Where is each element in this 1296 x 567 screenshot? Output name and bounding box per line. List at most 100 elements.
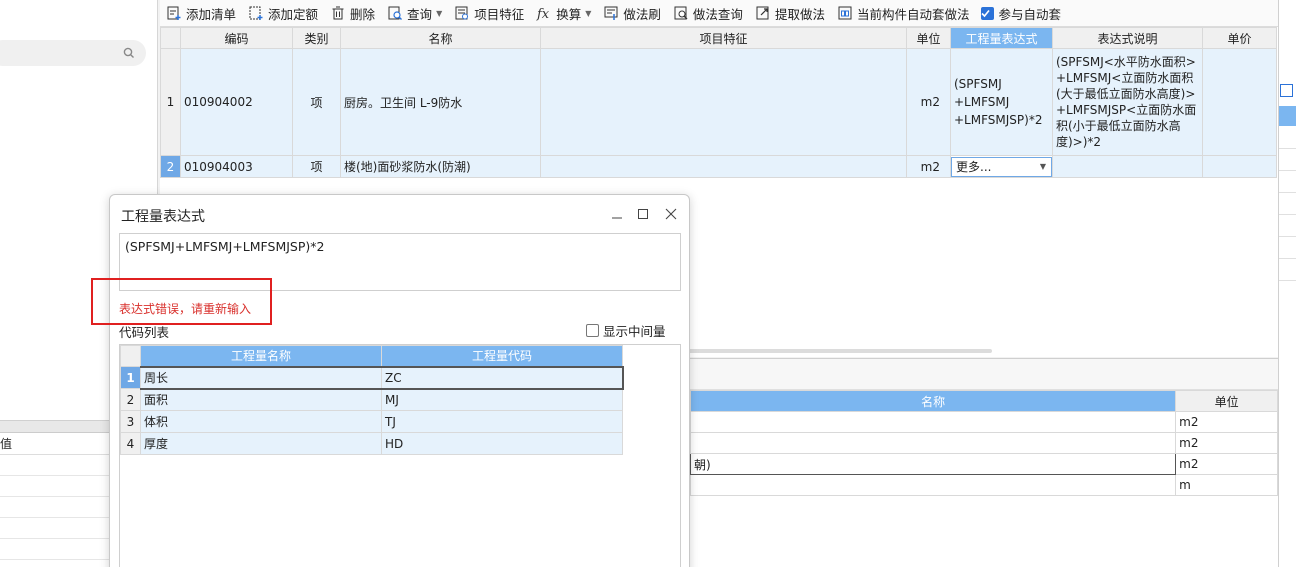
show-intermediate-checkbox[interactable]: 显示中间量 bbox=[586, 321, 666, 340]
chevron-down-icon[interactable]: ▼ bbox=[585, 9, 591, 18]
code-cell-code[interactable]: ZC bbox=[381, 365, 624, 390]
cell-code[interactable]: 010904003 bbox=[180, 155, 293, 178]
cell-feature[interactable] bbox=[540, 48, 907, 156]
bottom-cell-unit[interactable]: m2 bbox=[1175, 432, 1278, 454]
code-cell-code[interactable]: TJ bbox=[381, 410, 623, 433]
table-row[interactable]: m bbox=[689, 474, 1278, 496]
cell-price[interactable] bbox=[1202, 155, 1277, 178]
close-icon[interactable] bbox=[662, 205, 680, 223]
cell-price[interactable] bbox=[1202, 48, 1277, 156]
bottom-cell-name[interactable] bbox=[689, 432, 1177, 454]
method-query-label: 做法查询 bbox=[692, 6, 743, 22]
header-unit[interactable]: 单位 bbox=[906, 27, 951, 49]
maximize-icon[interactable] bbox=[634, 205, 652, 223]
bottom-grid: 名称 单位 m2 m2 朝) m2 m bbox=[689, 390, 1278, 496]
show-intermediate-label: 显示中间量 bbox=[603, 324, 666, 339]
code-row-number[interactable]: 3 bbox=[120, 410, 141, 433]
bottom-cell-unit[interactable]: m2 bbox=[1175, 453, 1278, 475]
cell-unit[interactable]: m2 bbox=[906, 48, 951, 156]
cell-expression[interactable]: (SPFSMJ +LMFSMJ +LMFSMJSP)*2 bbox=[950, 48, 1053, 156]
table-row[interactable]: m2 bbox=[689, 432, 1278, 454]
code-cell-name[interactable]: 厚度 bbox=[140, 432, 382, 455]
search-icon[interactable] bbox=[122, 46, 136, 60]
horizontal-scrollbar[interactable] bbox=[680, 349, 992, 353]
minimize-icon[interactable] bbox=[608, 205, 626, 223]
code-cell-name[interactable]: 体积 bbox=[140, 410, 382, 433]
header-expression-desc[interactable]: 表达式说明 bbox=[1052, 27, 1203, 49]
check-icon[interactable] bbox=[981, 6, 995, 20]
participate-auto-checkbox[interactable]: 参与自动套 bbox=[981, 4, 1061, 23]
method-query-icon bbox=[674, 6, 688, 20]
cell-expression-desc[interactable] bbox=[1052, 155, 1203, 178]
right-header-cell bbox=[1279, 106, 1296, 126]
cell-feature[interactable] bbox=[540, 155, 907, 178]
row-number[interactable]: 2 bbox=[160, 155, 181, 178]
code-cell-code[interactable]: MJ bbox=[381, 388, 623, 411]
table-row[interactable]: 2 面积 MJ bbox=[120, 388, 623, 411]
header-price[interactable]: 单价 bbox=[1202, 27, 1277, 49]
code-cell-name[interactable]: 周长 bbox=[140, 365, 382, 390]
code-cell-name[interactable]: 面积 bbox=[140, 388, 382, 411]
cell-name[interactable]: 厨房。卫生间 L-9防水 bbox=[340, 48, 541, 156]
table-row[interactable]: m2 bbox=[689, 411, 1278, 433]
code-row-number[interactable]: 1 bbox=[120, 366, 141, 389]
right-checkbox[interactable] bbox=[1280, 84, 1293, 97]
cell-type[interactable]: 项 bbox=[292, 48, 341, 156]
query-label: 查询 bbox=[407, 6, 433, 22]
method-query-button[interactable]: 做法查询 bbox=[673, 4, 743, 23]
query-button[interactable]: 查询 ▼ bbox=[387, 4, 442, 23]
table-row[interactable]: 1 010904002 项 厨房。卫生间 L-9防水 m2 (SPFSMJ +L… bbox=[160, 48, 1277, 156]
desc-line: +LMFSMJ<立面防水面积 bbox=[1056, 71, 1194, 85]
expression-line: +LMFSMJSP)*2 bbox=[954, 113, 1043, 127]
header-expression[interactable]: 工程量表达式 bbox=[950, 27, 1053, 49]
table-row[interactable]: 3 体积 TJ bbox=[120, 410, 623, 433]
left-search-box[interactable] bbox=[0, 40, 146, 66]
header-code[interactable]: 编码 bbox=[180, 27, 293, 49]
cell-name[interactable]: 楼(地)面砂浆防水(防潮) bbox=[340, 155, 541, 178]
expression-dropdown[interactable]: 更多... ▼ bbox=[951, 156, 1052, 177]
expression-line: +LMFSMJ bbox=[954, 95, 1010, 109]
trash-icon bbox=[332, 6, 344, 20]
code-cell-code[interactable]: HD bbox=[381, 432, 623, 455]
bottom-cell-unit[interactable]: m2 bbox=[1175, 411, 1278, 433]
bottom-cell-name[interactable] bbox=[689, 411, 1177, 433]
chevron-down-icon[interactable]: ▼ bbox=[436, 9, 442, 18]
bottom-header-unit[interactable]: 单位 bbox=[1175, 390, 1278, 412]
cell-type[interactable]: 项 bbox=[292, 155, 341, 178]
code-list-panel: 工程量名称 工程量代码 1 周长 ZC 2 面积 MJ 3 体积 TJ 4 厚度… bbox=[119, 344, 681, 567]
bottom-cell-unit[interactable]: m bbox=[1175, 474, 1278, 496]
table-row[interactable]: 朝) m2 bbox=[689, 453, 1278, 475]
code-row-number[interactable]: 4 bbox=[120, 432, 141, 455]
add-list-button[interactable]: 添加清单 bbox=[166, 4, 236, 23]
method-brush-button[interactable]: 做法刷 bbox=[603, 4, 661, 23]
chevron-down-icon[interactable]: ▼ bbox=[1040, 158, 1046, 176]
add-quota-button[interactable]: 添加定额 bbox=[248, 4, 318, 23]
bottom-cell-name[interactable]: 朝) bbox=[689, 453, 1177, 475]
convert-button[interactable]: fx 换算 ▼ bbox=[536, 4, 591, 23]
auto-apply-button[interactable]: 当前构件自动套做法 bbox=[837, 4, 969, 23]
expression-line: (SPFSMJ bbox=[954, 77, 1002, 91]
code-row-number[interactable]: 2 bbox=[120, 388, 141, 411]
header-type[interactable]: 类别 bbox=[292, 27, 341, 49]
cell-unit[interactable]: m2 bbox=[906, 155, 951, 178]
table-row[interactable]: 4 厚度 HD bbox=[120, 432, 623, 455]
code-header-name[interactable]: 工程量名称 bbox=[140, 345, 382, 367]
desc-line: 积(小于最低立面防水高 bbox=[1056, 119, 1181, 133]
header-name[interactable]: 名称 bbox=[340, 27, 541, 49]
code-header-code[interactable]: 工程量代码 bbox=[381, 345, 623, 367]
svg-text:fx: fx bbox=[536, 7, 550, 21]
bottom-header-name[interactable]: 名称 bbox=[689, 390, 1177, 412]
row-number[interactable]: 1 bbox=[160, 48, 181, 156]
feature-button[interactable]: 项目特征 bbox=[454, 4, 524, 23]
cell-code[interactable]: 010904002 bbox=[180, 48, 293, 156]
cell-expression-desc[interactable]: (SPFSMJ<水平防水面积> +LMFSMJ<立面防水面积 (大于最低立面防水… bbox=[1052, 48, 1203, 156]
bottom-cell-name[interactable] bbox=[689, 474, 1177, 496]
table-row[interactable]: 2 010904003 项 楼(地)面砂浆防水(防潮) m2 更多... ▼ bbox=[160, 155, 1277, 178]
checkbox-icon[interactable] bbox=[586, 324, 599, 337]
header-feature[interactable]: 项目特征 bbox=[540, 27, 907, 49]
delete-button[interactable]: 删除 bbox=[330, 4, 375, 23]
cell-expression[interactable]: 更多... ▼ bbox=[950, 155, 1053, 178]
right-edge-panel bbox=[1278, 0, 1296, 567]
table-row[interactable]: 1 周长 ZC bbox=[120, 365, 624, 390]
extract-method-button[interactable]: 提取做法 bbox=[755, 4, 825, 23]
